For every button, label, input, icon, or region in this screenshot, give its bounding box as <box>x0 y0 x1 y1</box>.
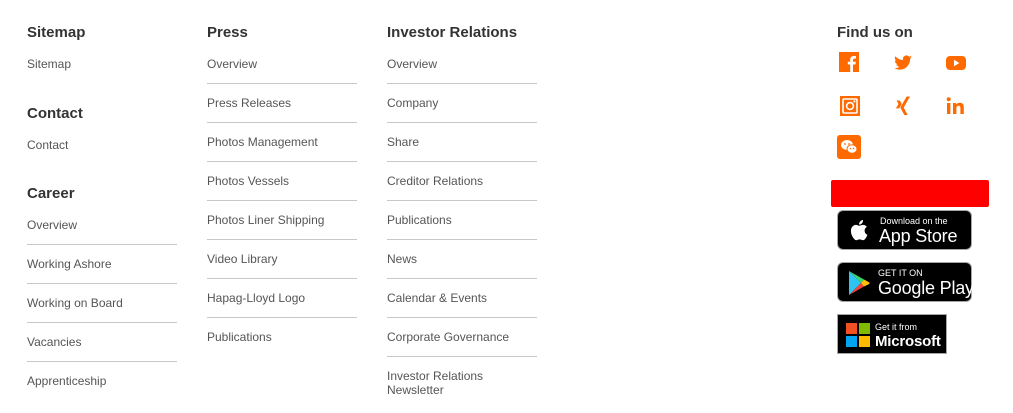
divider <box>387 83 537 84</box>
apple-icon <box>847 217 871 243</box>
ir-link-investor-relations-newsletter[interactable]: Investor Relations Newsletter <box>387 369 537 397</box>
instagram-icon[interactable] <box>838 94 862 118</box>
divider <box>207 239 357 240</box>
ir-link-news[interactable]: News <box>387 252 537 266</box>
app-store-badge[interactable]: Download on the App Store <box>837 210 972 250</box>
linkedin-icon[interactable] <box>944 94 968 118</box>
ir-link-share[interactable]: Share <box>387 135 537 149</box>
ir-link-overview[interactable]: Overview <box>387 57 537 71</box>
app-store-small-text: Download on the <box>880 216 948 226</box>
youtube-icon[interactable] <box>944 51 968 75</box>
press-link-publications[interactable]: Publications <box>207 330 357 344</box>
divider <box>387 122 537 123</box>
contact-heading: Contact <box>27 105 83 122</box>
divider <box>387 317 537 318</box>
ir-link-calendar-events[interactable]: Calendar & Events <box>387 291 537 305</box>
career-link-overview[interactable]: Overview <box>27 218 177 232</box>
promo-banner[interactable] <box>831 180 989 207</box>
press-link-photos-liner-shipping[interactable]: Photos Liner Shipping <box>207 213 357 227</box>
divider <box>27 322 177 323</box>
find-us-heading: Find us on <box>837 24 913 41</box>
sitemap-heading: Sitemap <box>27 24 86 41</box>
press-link-press-releases[interactable]: Press Releases <box>207 96 357 110</box>
divider <box>27 244 177 245</box>
google-play-small-text: GET IT ON <box>878 268 923 278</box>
ir-newsletter-line2: Newsletter <box>387 383 444 397</box>
sitemap-link[interactable]: Sitemap <box>27 57 177 71</box>
investor-relations-heading: Investor Relations <box>387 24 518 41</box>
divider <box>207 200 357 201</box>
divider <box>387 239 537 240</box>
google-play-icon <box>847 270 871 296</box>
divider <box>207 122 357 123</box>
xing-icon[interactable] <box>891 94 915 118</box>
divider <box>207 83 357 84</box>
microsoft-big-text: Microsoft <box>875 333 941 350</box>
divider <box>27 283 177 284</box>
ir-link-company[interactable]: Company <box>387 96 537 110</box>
divider <box>387 161 537 162</box>
divider <box>387 356 537 357</box>
press-link-video-library[interactable]: Video Library <box>207 252 357 266</box>
divider <box>387 278 537 279</box>
microsoft-badge[interactable]: Get it from Microsoft <box>837 314 947 354</box>
facebook-icon[interactable] <box>838 51 862 75</box>
career-link-vacancies[interactable]: Vacancies <box>27 335 177 349</box>
wechat-icon[interactable] <box>837 135 861 159</box>
app-store-big-text: App Store <box>879 226 958 246</box>
divider <box>207 278 357 279</box>
press-link-photos-management[interactable]: Photos Management <box>207 135 357 149</box>
career-link-working-on-board[interactable]: Working on Board <box>27 296 177 310</box>
ir-newsletter-line1: Investor Relations <box>387 369 484 383</box>
divider <box>387 200 537 201</box>
press-link-hapag-lloyd-logo[interactable]: Hapag-Lloyd Logo <box>207 291 357 305</box>
ir-link-publications[interactable]: Publications <box>387 213 537 227</box>
ir-link-corporate-governance[interactable]: Corporate Governance <box>387 330 537 344</box>
press-link-photos-vessels[interactable]: Photos Vessels <box>207 174 357 188</box>
divider <box>207 317 357 318</box>
divider <box>27 361 177 362</box>
press-heading: Press <box>207 24 248 41</box>
twitter-icon[interactable] <box>891 51 915 75</box>
career-link-apprenticeship[interactable]: Apprenticeship <box>27 374 177 388</box>
google-play-big-text: Google Play <box>878 278 974 298</box>
press-link-overview[interactable]: Overview <box>207 57 357 71</box>
career-heading: Career <box>27 185 75 202</box>
microsoft-icon <box>846 323 870 347</box>
microsoft-small-text: Get it from <box>875 322 918 332</box>
ir-link-creditor-relations[interactable]: Creditor Relations <box>387 174 537 188</box>
google-play-badge[interactable]: GET IT ON Google Play <box>837 262 974 302</box>
divider <box>207 161 357 162</box>
contact-link[interactable]: Contact <box>27 138 177 152</box>
career-link-working-ashore[interactable]: Working Ashore <box>27 257 177 271</box>
